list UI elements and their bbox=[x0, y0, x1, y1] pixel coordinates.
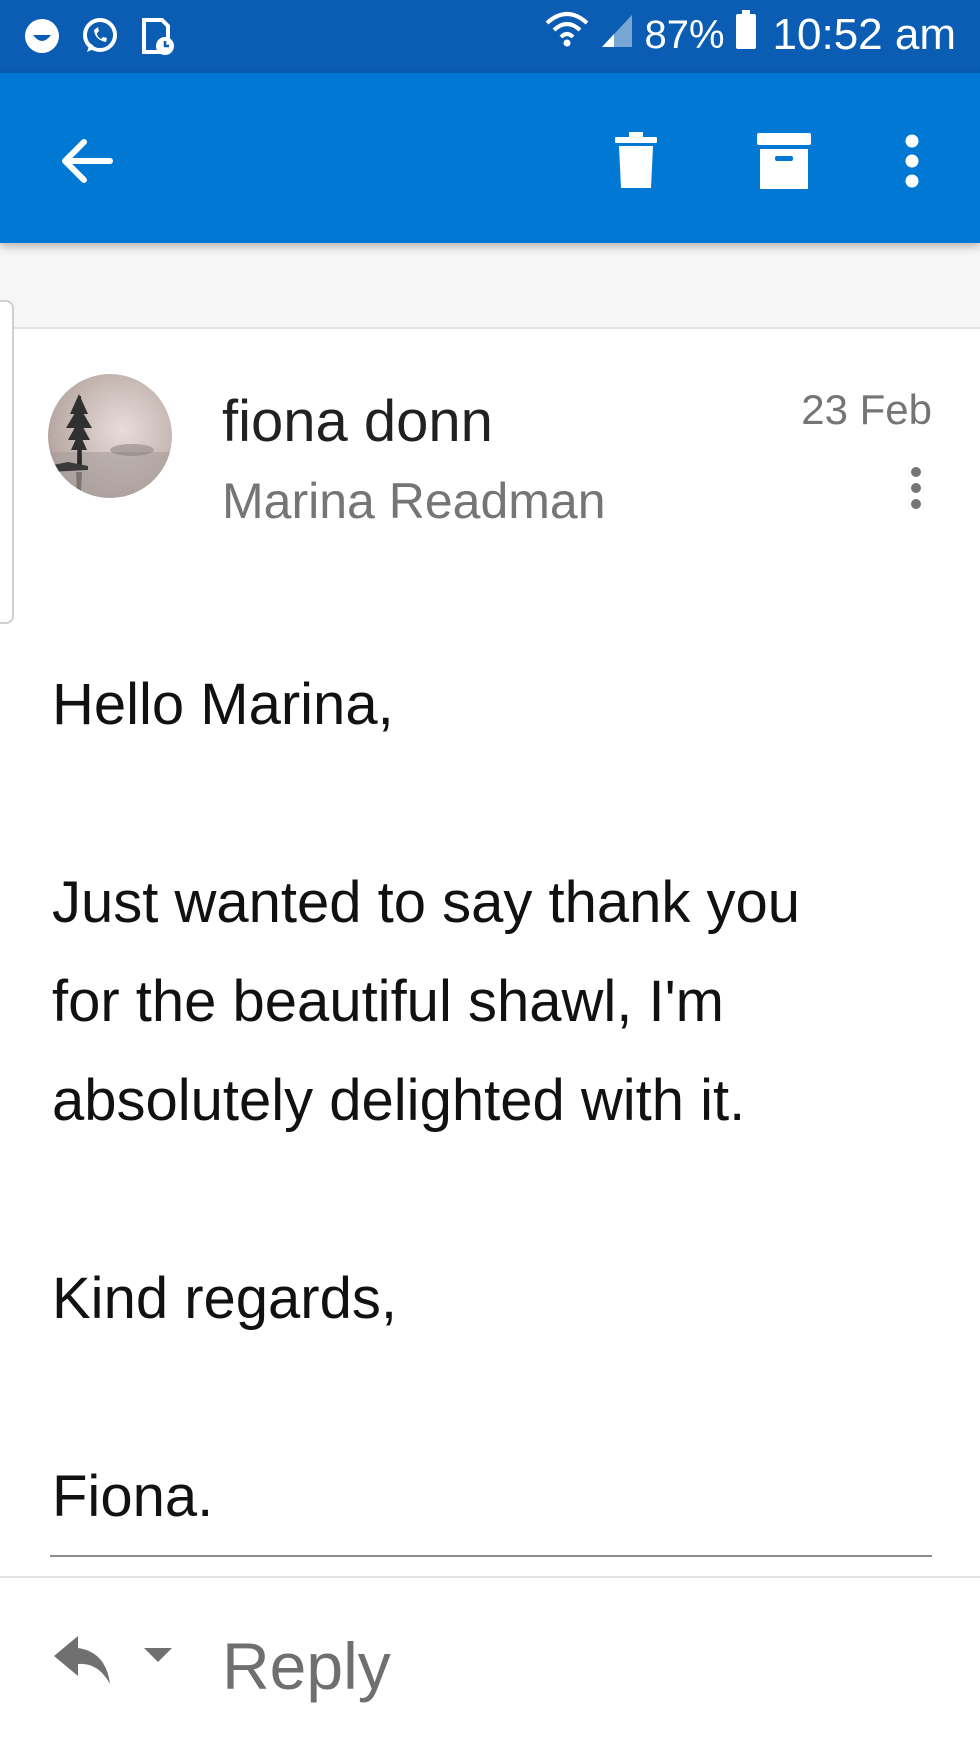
avatar[interactable] bbox=[48, 374, 172, 498]
message-options-button[interactable] bbox=[896, 458, 936, 518]
body-closing: Kind regards, bbox=[52, 1266, 397, 1331]
trash-icon bbox=[615, 132, 657, 188]
reply-arrow-icon bbox=[54, 1636, 110, 1684]
system-status: 87% 10:52 am bbox=[544, 10, 956, 60]
subject-strip bbox=[0, 243, 980, 329]
signal-icon bbox=[600, 11, 634, 59]
sender-name: fiona donn bbox=[222, 389, 493, 454]
status-bar: 87% 10:52 am bbox=[0, 0, 980, 73]
body-line: Just wanted to say thank you bbox=[52, 870, 800, 935]
archive-icon bbox=[757, 133, 811, 189]
body-signature: Fiona. bbox=[52, 1464, 214, 1529]
notification-icons bbox=[20, 14, 180, 58]
app-bar bbox=[0, 73, 980, 243]
overflow-menu-button[interactable] bbox=[872, 121, 952, 201]
battery-icon bbox=[735, 10, 757, 60]
body-greeting: Hello Marina, bbox=[52, 672, 394, 737]
smiley-notification-icon bbox=[20, 14, 64, 58]
reply-button[interactable] bbox=[52, 1634, 122, 1694]
body-line: absolutely delighted with it. bbox=[52, 1068, 746, 1133]
back-button[interactable] bbox=[46, 121, 126, 201]
message-body: Hello Marina, Just wanted to say thank y… bbox=[52, 655, 932, 1546]
message-header: fiona donn Marina Readman 23 Feb bbox=[0, 330, 980, 560]
overflow-menu-icon bbox=[905, 134, 919, 188]
battery-percent: 87% bbox=[644, 12, 725, 57]
whatsapp-icon bbox=[78, 14, 122, 58]
reply-label[interactable]: Reply bbox=[222, 1628, 391, 1704]
wifi-icon bbox=[544, 11, 590, 59]
body-line: for the beautiful shawl, I'm bbox=[52, 969, 724, 1034]
vertical-dots-icon bbox=[911, 467, 921, 509]
reply-options-dropdown[interactable] bbox=[140, 1644, 180, 1684]
back-arrow-icon bbox=[62, 139, 113, 183]
delete-button[interactable] bbox=[596, 121, 676, 201]
message-date: 23 Feb bbox=[801, 386, 932, 433]
calendar-file-icon bbox=[136, 14, 180, 58]
recipient-name: Marina Readman bbox=[222, 473, 606, 529]
clock: 10:52 am bbox=[772, 10, 956, 59]
reply-bar: Reply bbox=[0, 1578, 980, 1742]
caret-down-icon bbox=[144, 1648, 172, 1662]
clipped-subject-text bbox=[130, 243, 560, 253]
signature-rule bbox=[50, 1555, 932, 1557]
archive-button[interactable] bbox=[744, 121, 824, 201]
